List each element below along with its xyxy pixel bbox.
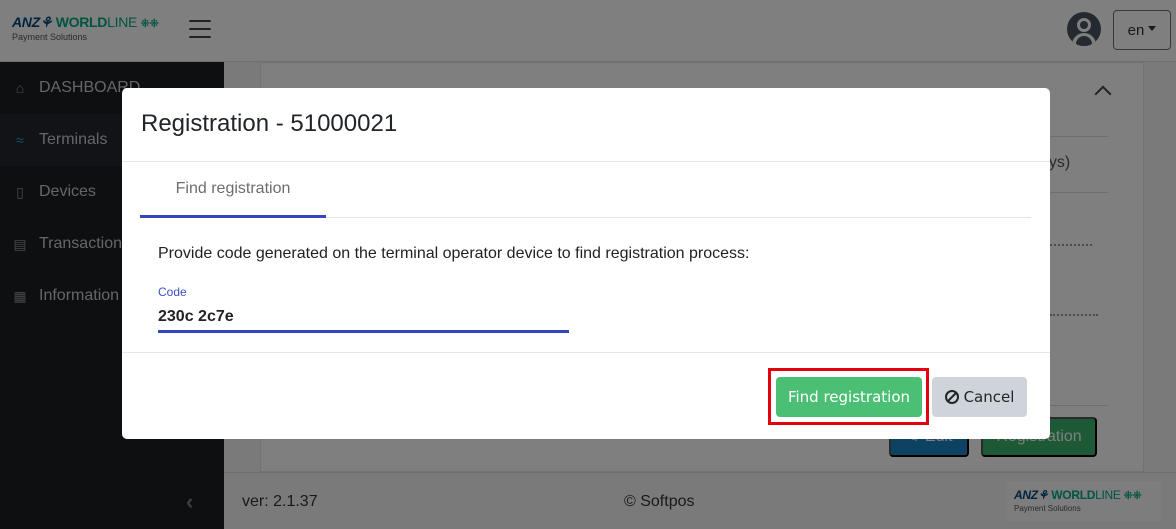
- modal-header: Registration - 51000021: [122, 88, 1050, 162]
- cancel-button[interactable]: Cancel: [932, 377, 1027, 417]
- modal-title: Registration - 51000021: [141, 110, 398, 137]
- registration-modal: Registration - 51000021 Find registratio…: [122, 88, 1050, 439]
- ban-icon: [944, 390, 959, 404]
- modal-tabs: Find registration: [140, 163, 1031, 218]
- code-input[interactable]: [158, 303, 569, 333]
- cancel-label: Cancel: [963, 388, 1015, 406]
- instruction-text: Provide code generated on the terminal o…: [158, 245, 750, 262]
- code-label: Code: [158, 285, 187, 299]
- find-registration-button[interactable]: Find registration: [776, 377, 922, 417]
- tab-find-registration[interactable]: Find registration: [140, 163, 326, 218]
- modal-footer: Find registration Cancel: [122, 352, 1050, 439]
